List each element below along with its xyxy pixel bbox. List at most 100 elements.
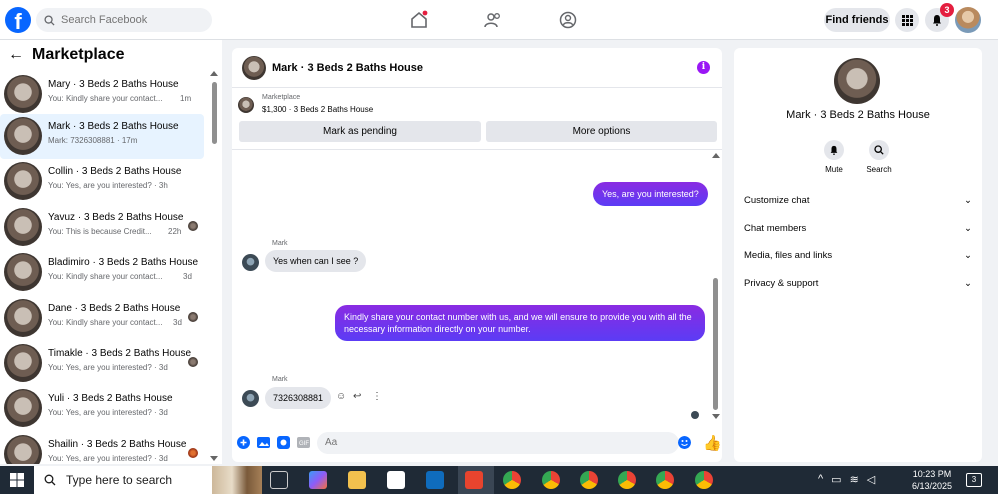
conversation-snippet: You: Kindly share your contact... xyxy=(48,272,163,281)
conversation-name: Dane · 3 Beds 2 Baths House xyxy=(48,303,181,314)
scrollbar-thumb[interactable] xyxy=(212,82,217,144)
chrome-icon[interactable] xyxy=(695,471,713,489)
system-tray[interactable]: ^ ▭ ≋ ◁ xyxy=(818,473,875,486)
more-actions-icon[interactable]: ⋮ xyxy=(372,391,382,402)
react-emoji-icon[interactable]: ☺ xyxy=(336,391,346,402)
conversation-time: 3d xyxy=(183,272,192,281)
pinned-app-icon[interactable] xyxy=(465,471,483,489)
chrome-icon[interactable] xyxy=(580,471,598,489)
message-sender: Mark xyxy=(272,376,288,383)
scroll-down-arrow-icon[interactable] xyxy=(210,456,218,462)
contact-avatar[interactable] xyxy=(834,58,880,104)
chat-members-section[interactable]: Chat members ⌄ xyxy=(744,218,972,238)
conversation-item-active[interactable]: Mark · 3 Beds 2 Baths House Mark: 732630… xyxy=(0,114,204,159)
emoji-icon[interactable] xyxy=(678,436,691,449)
search-in-chat-button[interactable] xyxy=(869,140,889,160)
search-box[interactable] xyxy=(36,8,212,32)
chat-title[interactable]: Mark · 3 Beds 2 Baths House xyxy=(272,62,423,74)
search-icon xyxy=(44,14,55,26)
scrollbar-thumb[interactable] xyxy=(713,278,718,410)
find-friends-button[interactable]: Find friends xyxy=(824,8,890,32)
chevron-up-icon[interactable]: ^ xyxy=(818,473,823,486)
conversation-item[interactable]: Bladimiro · 3 Beds 2 Baths House You: Ki… xyxy=(0,250,204,295)
chrome-icon[interactable] xyxy=(542,471,560,489)
avatar xyxy=(4,75,42,113)
groups-icon[interactable] xyxy=(558,10,578,30)
friends-icon[interactable] xyxy=(483,10,503,30)
chrome-icon[interactable] xyxy=(618,471,636,489)
sender-avatar[interactable] xyxy=(242,390,259,407)
windows-taskbar: Type here to search ^ ▭ ≋ ◁ 10:23 PM 6/1… xyxy=(0,466,998,494)
system-clock[interactable]: 10:23 PM 6/13/2025 xyxy=(907,468,957,492)
profile-avatar[interactable] xyxy=(955,7,981,33)
notification-center-icon[interactable]: 3 xyxy=(966,473,982,487)
conversation-details-panel: Mark · 3 Beds 2 Baths House Mute Search … xyxy=(734,48,982,462)
scroll-up-arrow-icon[interactable] xyxy=(210,70,218,76)
seen-avatar xyxy=(188,221,198,231)
scroll-down-arrow-icon[interactable] xyxy=(712,414,720,420)
battery-icon[interactable]: ▭ xyxy=(831,473,841,486)
plus-icon[interactable] xyxy=(237,436,250,449)
home-icon[interactable] xyxy=(409,10,429,30)
conversation-item[interactable]: Timakle · 3 Beds 2 Baths House You: Yes,… xyxy=(0,341,204,386)
conversation-name: Shailin · 3 Beds 2 Baths House xyxy=(48,439,187,450)
conversation-time: 22h xyxy=(168,227,182,236)
outgoing-message[interactable]: Yes, are you interested? xyxy=(593,182,708,206)
conversation-name: Yavuz · 3 Beds 2 Baths House xyxy=(48,212,184,223)
photo-icon[interactable] xyxy=(257,436,270,449)
media-files-links-section[interactable]: Media, files and links ⌄ xyxy=(744,245,972,265)
menu-grid-button[interactable] xyxy=(895,8,919,32)
taskbar-search-box[interactable]: Type here to search xyxy=(34,466,212,494)
windows-start-icon[interactable] xyxy=(10,473,24,487)
avatar xyxy=(4,117,42,155)
volume-icon[interactable]: ◁ xyxy=(867,473,875,486)
search-input[interactable] xyxy=(61,14,201,26)
search-highlight-image[interactable] xyxy=(212,466,262,494)
chat-scrollbar[interactable] xyxy=(712,152,720,422)
more-options-button[interactable]: More options xyxy=(486,121,717,142)
sticker-icon[interactable] xyxy=(277,436,290,449)
marketplace-label: Marketplace xyxy=(262,94,301,101)
incoming-message[interactable]: Yes when can I see ? xyxy=(265,250,367,272)
page-title: Marketplace xyxy=(32,46,125,63)
facebook-logo-icon[interactable]: f xyxy=(5,7,31,33)
customize-chat-section[interactable]: Customize chat ⌄ xyxy=(744,190,972,210)
store-icon[interactable] xyxy=(387,471,405,489)
scroll-up-arrow-icon[interactable] xyxy=(712,152,720,158)
sidebar-scrollbar[interactable] xyxy=(210,70,218,464)
conversation-item[interactable]: Shailin · 3 Beds 2 Baths House You: Yes,… xyxy=(0,432,204,464)
copilot-icon[interactable] xyxy=(309,471,327,489)
conversation-item[interactable]: Yavuz · 3 Beds 2 Baths House You: This i… xyxy=(0,205,204,250)
avatar[interactable] xyxy=(242,56,266,80)
gif-icon[interactable]: GIF xyxy=(297,436,310,449)
mute-button[interactable] xyxy=(824,140,844,160)
conversation-snippet: You: This is because Credit... xyxy=(48,227,152,236)
conversation-item[interactable]: Collin · 3 Beds 2 Baths House You: Yes, … xyxy=(0,159,204,204)
seen-avatar xyxy=(188,448,198,458)
outgoing-message[interactable]: Kindly share your contact number with us… xyxy=(335,305,705,341)
info-icon[interactable]: i xyxy=(697,61,710,74)
sidebar-header: ← Marketplace xyxy=(8,46,125,64)
chrome-icon[interactable] xyxy=(656,471,674,489)
conversation-item[interactable]: Mary · 3 Beds 2 Baths House You: Kindly … xyxy=(0,72,204,117)
task-view-icon[interactable] xyxy=(270,471,288,489)
thumbs-up-icon[interactable]: 👍 xyxy=(703,434,722,452)
conversation-name: Timakle · 3 Beds 2 Baths House xyxy=(48,348,192,359)
top-navigation-bar: f Find friends 3 xyxy=(0,0,998,40)
incoming-message[interactable]: 7326308881 xyxy=(265,387,332,409)
message-input[interactable] xyxy=(317,432,679,454)
reply-icon[interactable]: ↩ xyxy=(353,391,361,402)
privacy-support-section[interactable]: Privacy & support ⌄ xyxy=(744,273,972,293)
conversation-item[interactable]: Yuli · 3 Beds 2 Baths House You: Yes, ar… xyxy=(0,386,204,431)
network-icon[interactable]: ≋ xyxy=(850,473,859,486)
conversation-item[interactable]: Dane · 3 Beds 2 Baths House You: Kindly … xyxy=(0,296,204,341)
avatar xyxy=(4,162,42,200)
chrome-icon[interactable] xyxy=(503,471,521,489)
file-explorer-icon[interactable] xyxy=(348,471,366,489)
mark-as-pending-button[interactable]: Mark as pending xyxy=(239,121,481,142)
back-arrow-icon[interactable]: ← xyxy=(8,46,24,64)
chevron-down-icon: ⌄ xyxy=(964,194,972,206)
sender-avatar[interactable] xyxy=(242,254,259,271)
seen-avatar xyxy=(188,312,198,322)
outlook-icon[interactable] xyxy=(426,471,444,489)
